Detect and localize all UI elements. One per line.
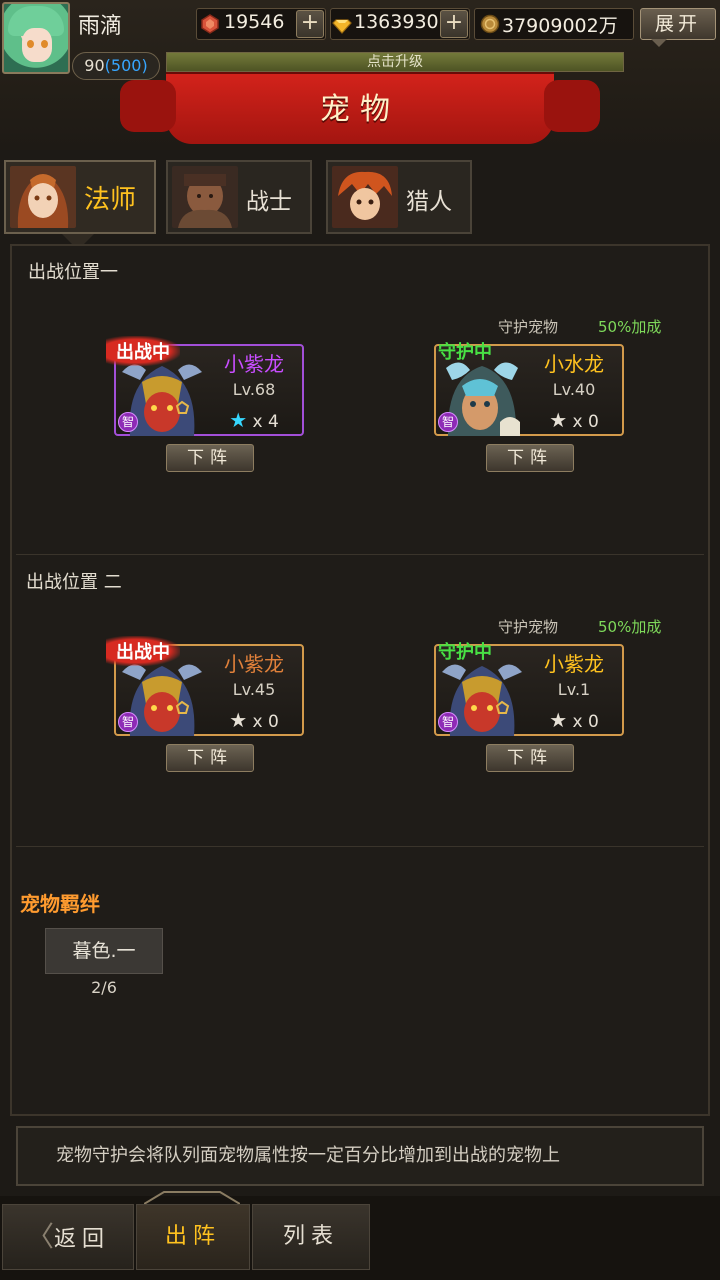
dismiss-button[interactable]: 下阵 bbox=[486, 444, 574, 472]
pet-level: Lv.1 bbox=[557, 680, 591, 699]
level-current: 90 bbox=[84, 56, 105, 75]
pet-stars: ★ x 0 bbox=[206, 708, 302, 732]
add-diamonds-button[interactable]: + bbox=[440, 10, 468, 38]
chevron-left-icon: 〈 bbox=[25, 1220, 54, 1253]
tab-label: 法师 bbox=[84, 185, 137, 215]
guarding-tag: 守护中 bbox=[438, 342, 492, 363]
gold-count: 37909002万 bbox=[502, 15, 618, 37]
pet-level: Lv.45 bbox=[232, 680, 276, 699]
guard-bonus-label: 50%加成 bbox=[598, 318, 662, 336]
pet-name: 小紫龙 bbox=[224, 652, 284, 676]
guard-pet-label: 守护宠物 bbox=[498, 618, 559, 636]
hunter-portrait bbox=[332, 166, 398, 228]
xp-bar-upgrade[interactable]: 点击升级 bbox=[166, 52, 624, 72]
star-icon: ★ bbox=[549, 708, 568, 732]
tab-warrior[interactable]: 战士 bbox=[166, 160, 312, 234]
intelligence-badge: 智 bbox=[118, 412, 138, 432]
list-tab-button[interactable]: 列表 bbox=[252, 1204, 370, 1270]
pet-stars: ★ x 0 bbox=[526, 708, 622, 732]
divider bbox=[16, 554, 704, 555]
pet-name: 小水龙 bbox=[544, 352, 604, 376]
gem-count: 19546 bbox=[224, 11, 285, 33]
tab-mage[interactable]: 法师 bbox=[4, 160, 156, 234]
pet-name: 小紫龙 bbox=[544, 652, 604, 676]
bond-progress: 2/6 bbox=[91, 978, 117, 997]
pet-level: Lv.40 bbox=[552, 380, 596, 399]
pet-star-count: x 0 bbox=[572, 712, 599, 732]
intelligence-badge: 智 bbox=[438, 412, 458, 432]
expand-button[interactable]: 展开 bbox=[640, 8, 716, 47]
slot-title: 出战位置一 bbox=[28, 262, 118, 283]
gold-coin-icon bbox=[480, 14, 500, 34]
back-button[interactable]: 〈返回 bbox=[2, 1204, 134, 1270]
intelligence-badge: 智 bbox=[438, 712, 458, 732]
bond-button[interactable]: 暮色.一 bbox=[45, 928, 163, 974]
dismiss-button[interactable]: 下阵 bbox=[166, 744, 254, 772]
info-tip-bar: 宠物守护会将队列面宠物属性按一定百分比增加到出战的宠物上 bbox=[16, 1126, 704, 1186]
intelligence-badge: 智 bbox=[118, 712, 138, 732]
mage-portrait bbox=[10, 166, 76, 228]
guard-pet-label: 守护宠物 bbox=[498, 318, 559, 336]
tab-hunter[interactable]: 猎人 bbox=[326, 160, 472, 234]
page-title: 宠物 bbox=[320, 92, 400, 127]
player-level: 90(500) bbox=[72, 52, 160, 80]
pet-name: 小紫龙 bbox=[224, 352, 284, 376]
diamond-count: 1363930 bbox=[354, 11, 439, 33]
in-battle-tag: 出战中 bbox=[106, 636, 180, 666]
in-battle-tag: 出战中 bbox=[106, 336, 180, 366]
pet-star-count: x 4 bbox=[252, 412, 279, 432]
dismiss-button[interactable]: 下阵 bbox=[166, 444, 254, 472]
guard-bonus-label: 50%加成 bbox=[598, 618, 662, 636]
pet-star-count: x 0 bbox=[252, 712, 279, 732]
slot-title: 出战位置 二 bbox=[26, 572, 122, 593]
divider bbox=[16, 846, 704, 847]
player-name: 雨滴 bbox=[78, 14, 123, 39]
pet-star-count: x 0 bbox=[572, 412, 599, 432]
pet-stars: ★ x 0 bbox=[526, 408, 622, 432]
pet-bond-title: 宠物羁绊 bbox=[20, 892, 100, 916]
guarding-tag: 守护中 bbox=[438, 642, 492, 663]
level-max: (500) bbox=[104, 56, 148, 75]
warrior-portrait bbox=[172, 166, 238, 228]
dismiss-button[interactable]: 下阵 bbox=[486, 744, 574, 772]
star-icon: ★ bbox=[229, 408, 248, 432]
active-nav-indicator bbox=[144, 1191, 240, 1204]
player-avatar[interactable] bbox=[2, 2, 70, 74]
star-icon: ★ bbox=[229, 708, 248, 732]
pet-level: Lv.68 bbox=[232, 380, 276, 399]
pet-stars: ★ x 4 bbox=[206, 408, 302, 432]
tab-label: 猎人 bbox=[406, 189, 452, 215]
deploy-tab-button[interactable]: 出阵 bbox=[136, 1204, 250, 1270]
red-gem-icon bbox=[201, 14, 219, 34]
star-icon: ★ bbox=[549, 408, 568, 432]
back-label: 返回 bbox=[54, 1227, 111, 1252]
add-gems-button[interactable]: + bbox=[296, 10, 324, 38]
tab-label: 战士 bbox=[246, 189, 292, 215]
gold-diamond-icon bbox=[332, 19, 352, 34]
